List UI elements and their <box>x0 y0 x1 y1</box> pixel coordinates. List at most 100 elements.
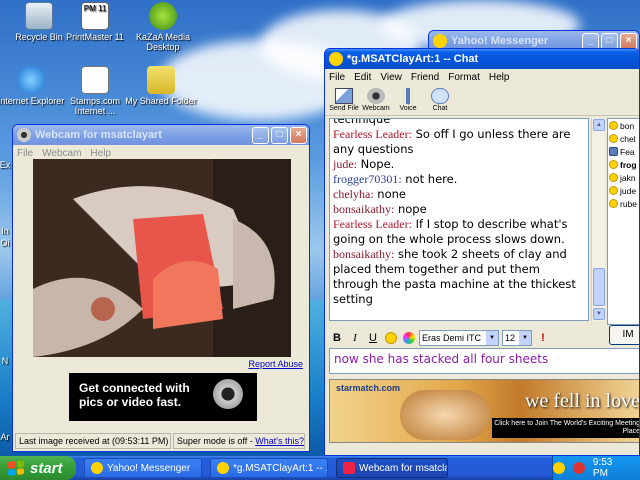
buzz-icon[interactable]: ! <box>535 330 551 346</box>
emoticon-icon[interactable] <box>383 330 399 346</box>
menu-file[interactable]: File <box>17 148 33 159</box>
chat-titlebar[interactable]: *g.MSATClayArt:1 -- Chat <box>325 49 639 69</box>
system-tray: 9:53 PM <box>552 456 640 480</box>
chat-message: bonsaikathy: she took 2 sheets of clay a… <box>333 247 576 306</box>
bold-button[interactable]: B <box>329 330 345 346</box>
scroll-down-arrow-icon[interactable]: ▼ <box>593 308 605 320</box>
user-list-item[interactable]: chel <box>608 132 639 145</box>
network-icon[interactable] <box>572 462 585 474</box>
taskbar-item-yahoo-messenger[interactable]: Yahoo! Messenger <box>84 458 202 478</box>
smiley-status-icon <box>609 134 618 143</box>
minimize-button[interactable]: _ <box>582 32 599 50</box>
webcam-icon <box>343 462 355 474</box>
chat-log[interactable]: technique Fearless Leader: So off I go u… <box>329 118 589 321</box>
webcam-icon <box>17 128 31 142</box>
webcam-window[interactable]: Webcam for msatclayart _ □ × File Webcam… <box>12 124 310 452</box>
italic-button[interactable]: I <box>347 330 363 346</box>
scroll-up-arrow-icon[interactable]: ▲ <box>593 119 605 131</box>
ad-site-name: starmatch.com <box>336 383 401 393</box>
minimize-button[interactable]: _ <box>252 126 269 144</box>
chat-log-scrollbar[interactable]: ▲ ▼ <box>591 118 605 321</box>
microphone-icon <box>399 88 417 104</box>
printmaster-icon: PM 11 <box>81 2 109 30</box>
chat-menubar: File Edit View Friend Format Help <box>325 69 639 86</box>
webcam-button[interactable]: Webcam <box>361 88 391 113</box>
user-list-item[interactable]: frog <box>608 158 639 171</box>
maximize-button[interactable]: □ <box>271 126 288 144</box>
chevron-down-icon: ▼ <box>519 331 531 345</box>
menu-file[interactable]: File <box>329 72 345 83</box>
desktop-icon-shared-folder[interactable]: My Shared Folder <box>122 66 200 106</box>
yahoo-smiley-icon <box>433 34 447 48</box>
webcam-promo-banner[interactable]: Get connected with pics or video fast. <box>69 373 257 421</box>
chat-toolbar: Send File Webcam Voice Chat <box>325 86 639 116</box>
webcam-statusbar: Last image received at (09:53:11 PM) Sup… <box>15 433 307 449</box>
menu-format[interactable]: Format <box>448 72 480 83</box>
yahoo-smiley-icon <box>329 52 343 66</box>
font-select[interactable]: Eras Demi ITC ▼ <box>419 330 499 346</box>
yahoo-smiley-icon[interactable] <box>553 462 565 474</box>
whats-this-link[interactable]: What's this? <box>255 436 304 446</box>
chat-message: jude: Nope. <box>333 157 395 171</box>
menu-view[interactable]: View <box>380 72 402 83</box>
voice-button[interactable]: Voice <box>393 88 423 113</box>
maximize-button[interactable]: □ <box>601 32 618 50</box>
super-mode-status: Super mode is off - What's this? <box>172 433 305 449</box>
user-list-item[interactable]: rube <box>608 197 639 210</box>
underline-button[interactable]: U <box>365 330 381 346</box>
menu-help[interactable]: Help <box>90 148 111 159</box>
user-list-item[interactable]: bon <box>608 119 639 132</box>
ad-subtext: Click here to Join The World's Exciting … <box>492 418 639 438</box>
ad-photo <box>400 390 490 440</box>
desktop-icon-kazaa[interactable]: KaZaA Media Desktop <box>124 2 202 52</box>
chevron-down-icon: ▼ <box>486 331 498 345</box>
smiley-status-icon <box>609 121 618 130</box>
scrollbar-thumb[interactable] <box>593 268 605 306</box>
send-file-icon <box>335 88 353 104</box>
chat-message: frogger70301: not here. <box>333 172 458 186</box>
internet-explorer-icon <box>17 66 45 94</box>
format-toolbar: B I U Eras Demi ITC ▼ 12 ▼ ! <box>329 328 639 348</box>
ad-banner[interactable]: starmatch.com we fell in love Click here… <box>329 379 640 443</box>
desktop-icon-printmaster[interactable]: PM 11 PrintMaster 11 <box>56 2 134 42</box>
chat-message: chelyha: none <box>333 187 406 201</box>
close-button[interactable]: × <box>620 32 637 50</box>
smiley-status-icon <box>609 160 618 169</box>
webcam-status-icon <box>609 147 618 156</box>
taskbar-item-webcam[interactable]: Webcam for msatclay... <box>336 458 448 478</box>
clock[interactable]: 9:53 PM <box>593 457 630 479</box>
menu-edit[interactable]: Edit <box>354 72 371 83</box>
send-file-button[interactable]: Send File <box>329 88 359 113</box>
webcam-device-icon <box>213 379 243 409</box>
menu-help[interactable]: Help <box>489 72 510 83</box>
smiley-status-icon <box>609 173 618 182</box>
menu-friend[interactable]: Friend <box>411 72 439 83</box>
webcam-titlebar[interactable]: Webcam for msatclayart _ □ × <box>13 125 309 145</box>
chat-window[interactable]: *g.MSATClayArt:1 -- Chat File Edit View … <box>324 48 640 456</box>
user-list-item[interactable]: jakn <box>608 171 639 184</box>
taskbar-item-chat[interactable]: *g.MSATClayArt:1 -- ... <box>210 458 328 478</box>
webcam-icon <box>367 88 385 104</box>
chat-user-list[interactable]: bon chel Fea frog jakn jude rube <box>607 118 639 325</box>
chat-title: *g.MSATClayArt:1 -- Chat <box>347 53 479 65</box>
ad-headline: we fell in love <box>525 390 640 412</box>
color-picker-icon[interactable] <box>401 330 417 346</box>
yahoo-smiley-icon <box>91 462 103 474</box>
promo-text: Get connected with pics or video fast. <box>79 381 190 409</box>
webcam-image <box>33 159 291 357</box>
chat-message: Fearless Leader: So off I go unless ther… <box>333 127 571 156</box>
yahoo-smiley-icon <box>217 462 229 474</box>
start-button[interactable]: start <box>0 456 76 480</box>
chat-message: bonsaikathy: nope <box>333 202 427 216</box>
report-abuse-link[interactable]: Report Abuse <box>248 359 303 369</box>
font-size-select[interactable]: 12 ▼ <box>502 330 532 346</box>
message-input[interactable]: now she has stacked all four sheets <box>329 348 639 374</box>
user-list-item[interactable]: jude <box>608 184 639 197</box>
chat-button[interactable]: Chat <box>425 88 455 113</box>
webcam-title: Webcam for msatclayart <box>35 129 162 141</box>
close-button[interactable]: × <box>290 126 307 144</box>
chat-message: technique <box>333 118 391 126</box>
taskbar: start Yahoo! Messenger *g.MSATClayArt:1 … <box>0 456 640 480</box>
menu-webcam[interactable]: Webcam <box>42 148 81 159</box>
user-list-item[interactable]: Fea <box>608 145 639 158</box>
